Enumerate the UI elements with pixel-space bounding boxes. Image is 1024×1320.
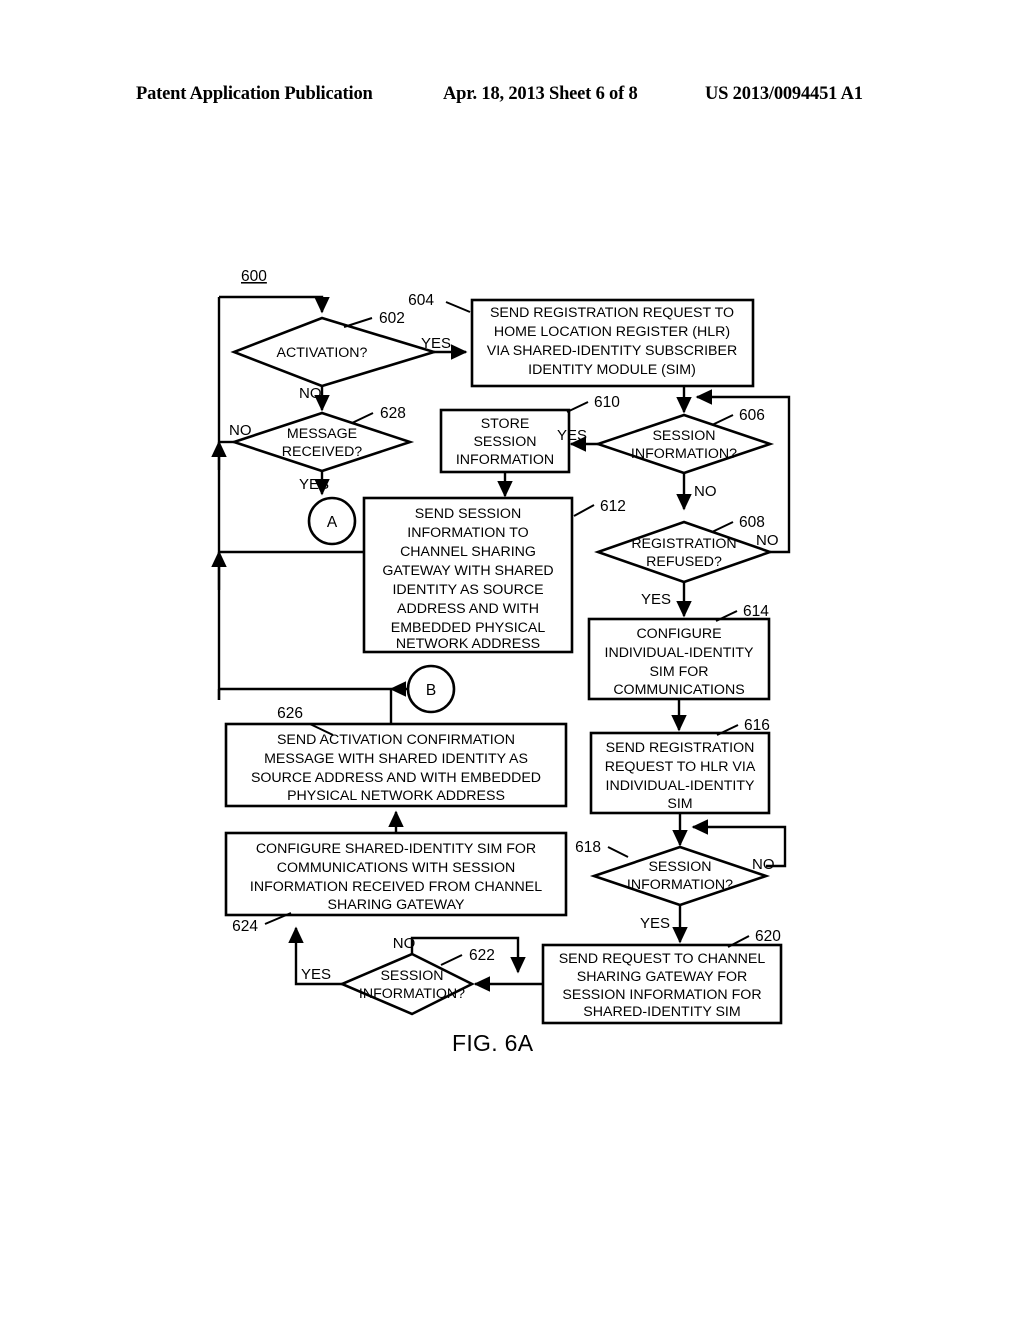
decision-628-line-2: RECEIVED?	[282, 444, 363, 460]
connector-b-label: B	[426, 682, 436, 699]
label-608-yes: YES	[641, 591, 671, 608]
label-608-no: NO	[756, 532, 779, 549]
process-620-line-3: SESSION INFORMATION FOR	[562, 987, 761, 1003]
process-612-line-3: CHANNEL SHARING	[400, 544, 536, 560]
ref-628: 628	[380, 405, 406, 422]
process-604-line-2: HOME LOCATION REGISTER (HLR)	[494, 324, 730, 340]
process-620-line-1: SEND REQUEST TO CHANNEL	[559, 951, 766, 967]
flowchart-svg: 600 ACTIVATION? 602 YES NO SEND REGISTRA…	[211, 268, 791, 1025]
label-618-yes: YES	[640, 915, 670, 932]
figure-caption: FIG. 6A	[452, 1030, 534, 1056]
ref-620: 620	[755, 928, 781, 945]
process-604-line-3: VIA SHARED-IDENTITY SUBSCRIBER	[487, 343, 737, 359]
label-602-no: NO	[299, 385, 322, 402]
label-602-yes: YES	[421, 335, 451, 352]
process-626-line-2: MESSAGE WITH SHARED IDENTITY AS	[264, 751, 528, 767]
ref-608: 608	[739, 514, 765, 531]
leader-618	[607, 846, 629, 858]
decision-608-line-2: REFUSED?	[646, 554, 722, 570]
process-610-line-1: STORE	[481, 416, 530, 432]
process-604-line-4: IDENTITY MODULE (SIM)	[528, 362, 696, 378]
process-624-line-3: INFORMATION RECEIVED FROM CHANNEL	[250, 879, 542, 895]
leader-608	[711, 521, 734, 533]
process-612-line-2: INFORMATION TO	[407, 525, 528, 541]
ref-618: 618	[575, 839, 601, 856]
process-612-line-6: ADDRESS AND WITH	[397, 601, 539, 617]
decision-618-line-1: SESSION	[648, 859, 711, 875]
decision-608	[594, 520, 774, 584]
ref-606: 606	[739, 407, 765, 424]
process-614-line-1: CONFIGURE	[636, 626, 721, 642]
ref-604: 604	[408, 292, 434, 309]
decision-622	[338, 952, 475, 1016]
decision-622-line-2: INFORMATION?	[359, 986, 465, 1002]
process-620-line-2: SHARING GATEWAY FOR	[577, 969, 748, 985]
process-612-line-7: EMBEDDED PHYSICAL	[391, 620, 546, 636]
label-606-no: NO	[694, 483, 717, 500]
leader-610	[566, 401, 589, 413]
label-618-no: NO	[752, 856, 775, 873]
process-612-line-1: SEND SESSION	[415, 506, 521, 522]
leader-612	[573, 504, 595, 517]
ref-624: 624	[232, 918, 258, 935]
leader-606	[711, 414, 734, 426]
edge-return-to-602	[219, 295, 330, 314]
leader-602	[343, 317, 373, 328]
process-620-line-4: SHARED-IDENTITY SIM	[583, 1004, 740, 1020]
ref-602: 602	[379, 310, 405, 327]
process-626-line-4: PHYSICAL NETWORK ADDRESS	[287, 788, 505, 804]
process-624-line-1: CONFIGURE SHARED-IDENTITY SIM FOR	[256, 841, 536, 857]
process-616-line-4: SIM	[667, 796, 692, 812]
ref-616: 616	[744, 717, 770, 734]
ref-614: 614	[743, 603, 769, 620]
ref-612: 612	[600, 498, 626, 515]
process-610-line-3: INFORMATION	[456, 452, 554, 468]
label-628-no: NO	[229, 422, 252, 439]
process-612-line-8: NETWORK ADDRESS	[396, 636, 540, 652]
decision-606-line-1: SESSION	[652, 428, 715, 444]
process-612-line-5: IDENTITY AS SOURCE	[392, 582, 543, 598]
process-614-line-2: INDIVIDUAL-IDENTITY	[605, 645, 755, 661]
patent-figure-page: Patent Application Publication Apr. 18, …	[0, 0, 1024, 1320]
ref-610: 610	[594, 394, 620, 411]
label-628-yes: YES	[299, 476, 329, 493]
label-622-yes: YES	[301, 966, 331, 983]
process-616-line-1: SEND REGISTRATION	[606, 740, 755, 756]
decision-628-line-1: MESSAGE	[287, 426, 357, 442]
ref-622: 622	[469, 947, 495, 964]
process-626-line-3: SOURCE ADDRESS AND WITH EMBEDDED	[251, 770, 541, 786]
decision-608-line-1: REGISTRATION	[631, 536, 736, 552]
decision-618-line-2: INFORMATION?	[627, 877, 733, 893]
leader-622	[440, 954, 463, 966]
leader-604	[445, 301, 471, 313]
process-616-line-2: REQUEST TO HLR VIA	[605, 759, 756, 775]
decision-602-label: ACTIVATION?	[277, 345, 368, 361]
label-606-yes: YES	[557, 427, 587, 444]
process-604-line-1: SEND REGISTRATION REQUEST TO	[490, 305, 734, 321]
decision-606-line-2: INFORMATION?	[631, 446, 737, 462]
decision-618	[589, 845, 771, 907]
connector-a-label: A	[327, 514, 338, 531]
process-610-line-2: SESSION	[473, 434, 536, 450]
process-624-line-2: COMMUNICATIONS WITH SESSION	[277, 860, 516, 876]
process-624-line-4: SHARING GATEWAY	[328, 897, 465, 913]
leader-628	[351, 412, 374, 424]
figure-ref-600: 600	[241, 268, 267, 285]
process-614-line-3: SIM FOR	[649, 664, 708, 680]
process-614-line-4: COMMUNICATIONS	[613, 682, 744, 698]
process-616-line-3: INDIVIDUAL-IDENTITY	[606, 778, 756, 794]
process-612-line-4: GATEWAY WITH SHARED	[382, 563, 553, 579]
process-626-line-1: SEND ACTIVATION CONFIRMATION	[277, 732, 515, 748]
ref-626: 626	[277, 705, 303, 722]
decision-622-line-1: SESSION	[380, 968, 443, 984]
